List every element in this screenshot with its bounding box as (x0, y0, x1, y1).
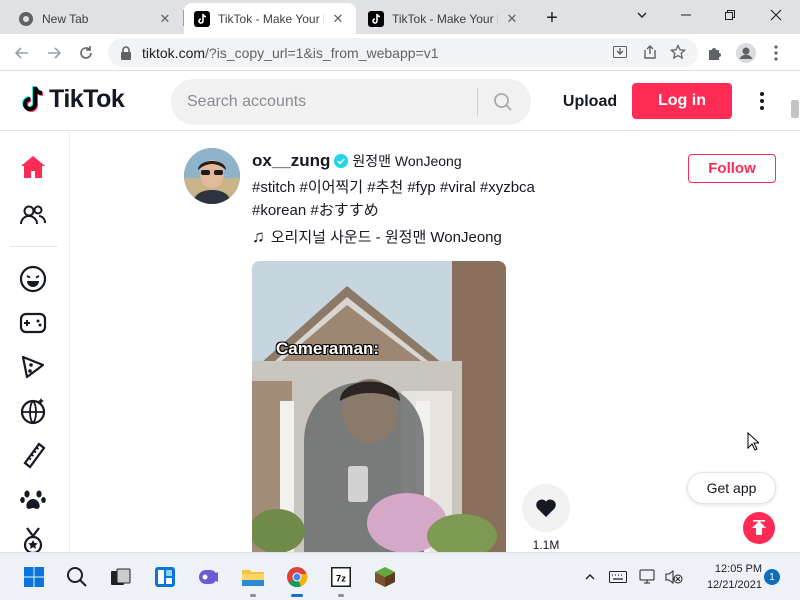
back-arrow-icon[interactable] (8, 39, 36, 67)
widgets-icon[interactable] (151, 563, 179, 591)
upload-button[interactable]: Upload (550, 87, 630, 117)
url-host: tiktok.com (142, 44, 206, 61)
mouse-cursor-icon (747, 431, 761, 456)
video-caption: #stitch #이어찍기 #추천 #fyp #viral #xyzbca #k… (252, 176, 582, 222)
tab-tiktok[interactable]: TikTok - Make Your Day ✕ (358, 3, 530, 34)
beauty-icon[interactable] (16, 438, 50, 472)
svg-text:7z: 7z (336, 574, 346, 585)
browser-menu-icon[interactable] (762, 39, 790, 67)
close-tab-icon[interactable]: ✕ (330, 11, 346, 27)
get-app-button[interactable]: Get app (687, 472, 776, 504)
search-icon[interactable] (478, 79, 528, 125)
music-link[interactable]: ♫ 오리지널 사운드 - 원정맨 WonJeong (252, 226, 502, 247)
notification-badge[interactable]: 1 (764, 569, 780, 585)
dance-icon[interactable] (16, 394, 50, 428)
video-overlay-text: Cameraman: (276, 339, 379, 358)
sidebar-divider (10, 246, 58, 247)
food-icon[interactable] (16, 350, 50, 384)
author-nickname[interactable]: 원정맨 WonJeong (352, 151, 461, 171)
url-path: /?is_copy_url=1&is_from_webapp=v1 (205, 44, 439, 61)
search-box (171, 79, 531, 125)
volume-muted-icon[interactable] (664, 567, 684, 587)
follow-button[interactable]: Follow (688, 154, 776, 183)
tiktok-icon (368, 10, 384, 27)
reload-icon[interactable] (72, 39, 100, 67)
lock-icon (121, 45, 131, 60)
close-tab-icon[interactable]: ✕ (504, 11, 520, 27)
keyboard-icon[interactable] (608, 567, 628, 587)
teams-chat-icon[interactable] (195, 563, 223, 591)
profile-avatar-icon[interactable] (732, 39, 760, 67)
arrow-up-icon (752, 520, 766, 535)
address-bar[interactable]: tiktok.com/?is_copy_url=1&is_from_webapp… (108, 38, 698, 67)
author-username[interactable]: ox__zung (252, 151, 330, 171)
comedy-icon[interactable] (16, 262, 50, 296)
video-player[interactable]: Cameraman: (252, 261, 506, 552)
file-explorer-icon[interactable] (239, 563, 267, 591)
verified-badge-icon (334, 154, 349, 168)
caption-hashtags-line1[interactable]: #stitch #이어찍기 #추천 #fyp #viral #xyzbca (252, 176, 582, 199)
clock-date: 12/21/2021 (706, 579, 762, 591)
like-count: 1.1M (532, 538, 560, 552)
running-indicator (250, 594, 256, 597)
tab-title: TikTok - Make Your Day (392, 11, 498, 26)
running-indicator (338, 594, 344, 597)
close-tab-icon[interactable]: ✕ (157, 11, 173, 27)
animals-icon[interactable] (16, 482, 50, 516)
tiktok-logo-icon (22, 85, 44, 112)
restore-button[interactable] (708, 0, 752, 30)
7zip-icon[interactable]: 7z (327, 563, 355, 591)
active-indicator (291, 594, 303, 597)
music-note-icon: ♫ (252, 226, 265, 246)
tiktok-logo[interactable]: TikTok (20, 84, 125, 114)
search-input[interactable] (187, 93, 477, 111)
minecraft-icon[interactable] (371, 563, 399, 591)
windows-taskbar: 7z 12:05 PM 12/21/2021 1 (0, 552, 800, 600)
install-app-icon[interactable] (612, 44, 628, 63)
left-sidebar (0, 132, 70, 555)
network-icon[interactable] (638, 567, 658, 587)
chrome-icon[interactable] (283, 563, 311, 591)
extensions-puzzle-icon[interactable] (700, 39, 728, 67)
search-icon[interactable] (63, 563, 91, 591)
login-button[interactable]: Log in (632, 83, 732, 119)
task-view-icon[interactable] (107, 563, 135, 591)
heart-icon (536, 499, 556, 517)
author-info: ox__zung 원정맨 WonJeong (252, 151, 462, 171)
minimize-button[interactable] (664, 0, 708, 30)
system-clock[interactable]: 12:05 PM 12/21/2021 (692, 561, 762, 593)
tiktok-icon (194, 10, 210, 27)
tiktok-header: TikTok Upload Log in (0, 71, 800, 131)
video-frame (252, 261, 506, 552)
home-icon[interactable] (16, 150, 50, 184)
new-tab-button[interactable]: + (536, 3, 568, 34)
bookmark-star-icon[interactable] (669, 43, 687, 63)
close-window-button[interactable] (754, 0, 798, 30)
browser-tab-strip: New Tab ✕ TikTok - Make Your Day ✕ TikTo… (0, 0, 800, 34)
logo-text: TikTok (49, 84, 125, 113)
author-avatar[interactable] (184, 148, 240, 204)
chevron-down-icon[interactable] (620, 0, 664, 30)
chevron-up-icon[interactable] (580, 567, 600, 587)
video-feed: ox__zung 원정맨 WonJeong #stitch #이어찍기 #추천 … (70, 132, 790, 552)
tab-new-tab[interactable]: New Tab ✕ (8, 3, 183, 34)
gaming-icon[interactable] (16, 306, 50, 340)
page-scrollbar-thumb[interactable] (791, 100, 799, 118)
tab-tiktok-active[interactable]: TikTok - Make Your Day ✕ (184, 3, 356, 34)
windows-start-icon[interactable] (20, 563, 48, 591)
clock-time: 12:05 PM (714, 563, 762, 575)
forward-arrow-icon[interactable] (40, 39, 68, 67)
following-icon[interactable] (16, 198, 50, 232)
caption-hashtags-line2[interactable]: #korean #おすすめ (252, 199, 582, 222)
like-button[interactable] (522, 484, 570, 532)
more-options-icon[interactable] (750, 87, 774, 115)
tab-title: TikTok - Make Your Day (218, 11, 324, 26)
tab-title: New Tab (42, 11, 89, 26)
back-to-top-button[interactable] (743, 512, 775, 544)
chrome-icon (19, 11, 33, 26)
share-icon[interactable] (642, 44, 658, 63)
browser-toolbar: tiktok.com/?is_copy_url=1&is_from_webapp… (0, 34, 800, 71)
music-title: 오리지널 사운드 - 원정맨 WonJeong (270, 229, 502, 246)
